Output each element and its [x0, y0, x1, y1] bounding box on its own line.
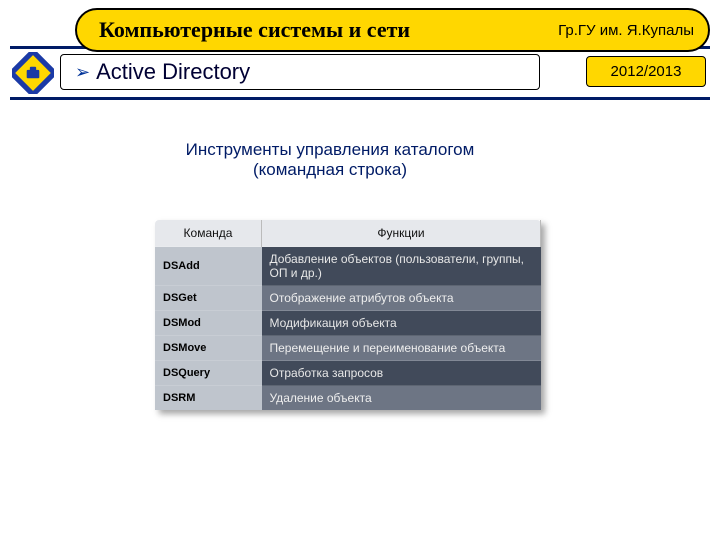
cmd-cell: DSMove	[155, 336, 262, 361]
func-cell: Отработка запросов	[262, 361, 541, 386]
table-row: DSQuery Отработка запросов	[155, 361, 541, 386]
slide: Компьютерные системы и сети Гр.ГУ им. Я.…	[0, 0, 720, 540]
commands-table: Команда Функции DSAdd Добавление объекто…	[155, 220, 541, 410]
table-header-row: Команда Функции	[155, 220, 541, 247]
func-cell: Удаление объекта	[262, 386, 541, 411]
func-cell: Модификация объекта	[262, 311, 541, 336]
topic-bar: ➢ Active Directory	[60, 54, 540, 90]
section-heading: Инструменты управления каталогом (команд…	[120, 140, 540, 180]
separator-line-lower	[10, 97, 710, 100]
topic-title: Active Directory	[96, 59, 250, 85]
table-row: DSMove Перемещение и переименование объе…	[155, 336, 541, 361]
university-logo-icon	[12, 52, 54, 94]
table-row: DSGet Отображение атрибутов объекта	[155, 286, 541, 311]
cmd-cell: DSQuery	[155, 361, 262, 386]
cmd-cell: DSAdd	[155, 247, 262, 286]
table-row: DSRM Удаление объекта	[155, 386, 541, 411]
table-row: DSMod Модификация объекта	[155, 311, 541, 336]
header-bar: Компьютерные системы и сети Гр.ГУ им. Я.…	[75, 8, 710, 52]
func-cell: Перемещение и переименование объекта	[262, 336, 541, 361]
func-cell: Отображение атрибутов объекта	[262, 286, 541, 311]
table-row: DSAdd Добавление объектов (пользователи,…	[155, 247, 541, 286]
col-header-command: Команда	[155, 220, 262, 247]
cmd-cell: DSMod	[155, 311, 262, 336]
func-cell: Добавление объектов (пользователи, групп…	[262, 247, 541, 286]
cmd-cell: DSGet	[155, 286, 262, 311]
chevron-right-icon: ➢	[75, 62, 90, 83]
cmd-cell: DSRM	[155, 386, 262, 411]
course-title: Компьютерные системы и сети	[77, 17, 558, 43]
col-header-function: Функции	[262, 220, 541, 247]
institution-name: Гр.ГУ им. Я.Купалы	[558, 22, 708, 39]
year-badge: 2012/2013	[586, 56, 706, 87]
section-heading-line1: Инструменты управления каталогом (команд…	[186, 140, 475, 179]
